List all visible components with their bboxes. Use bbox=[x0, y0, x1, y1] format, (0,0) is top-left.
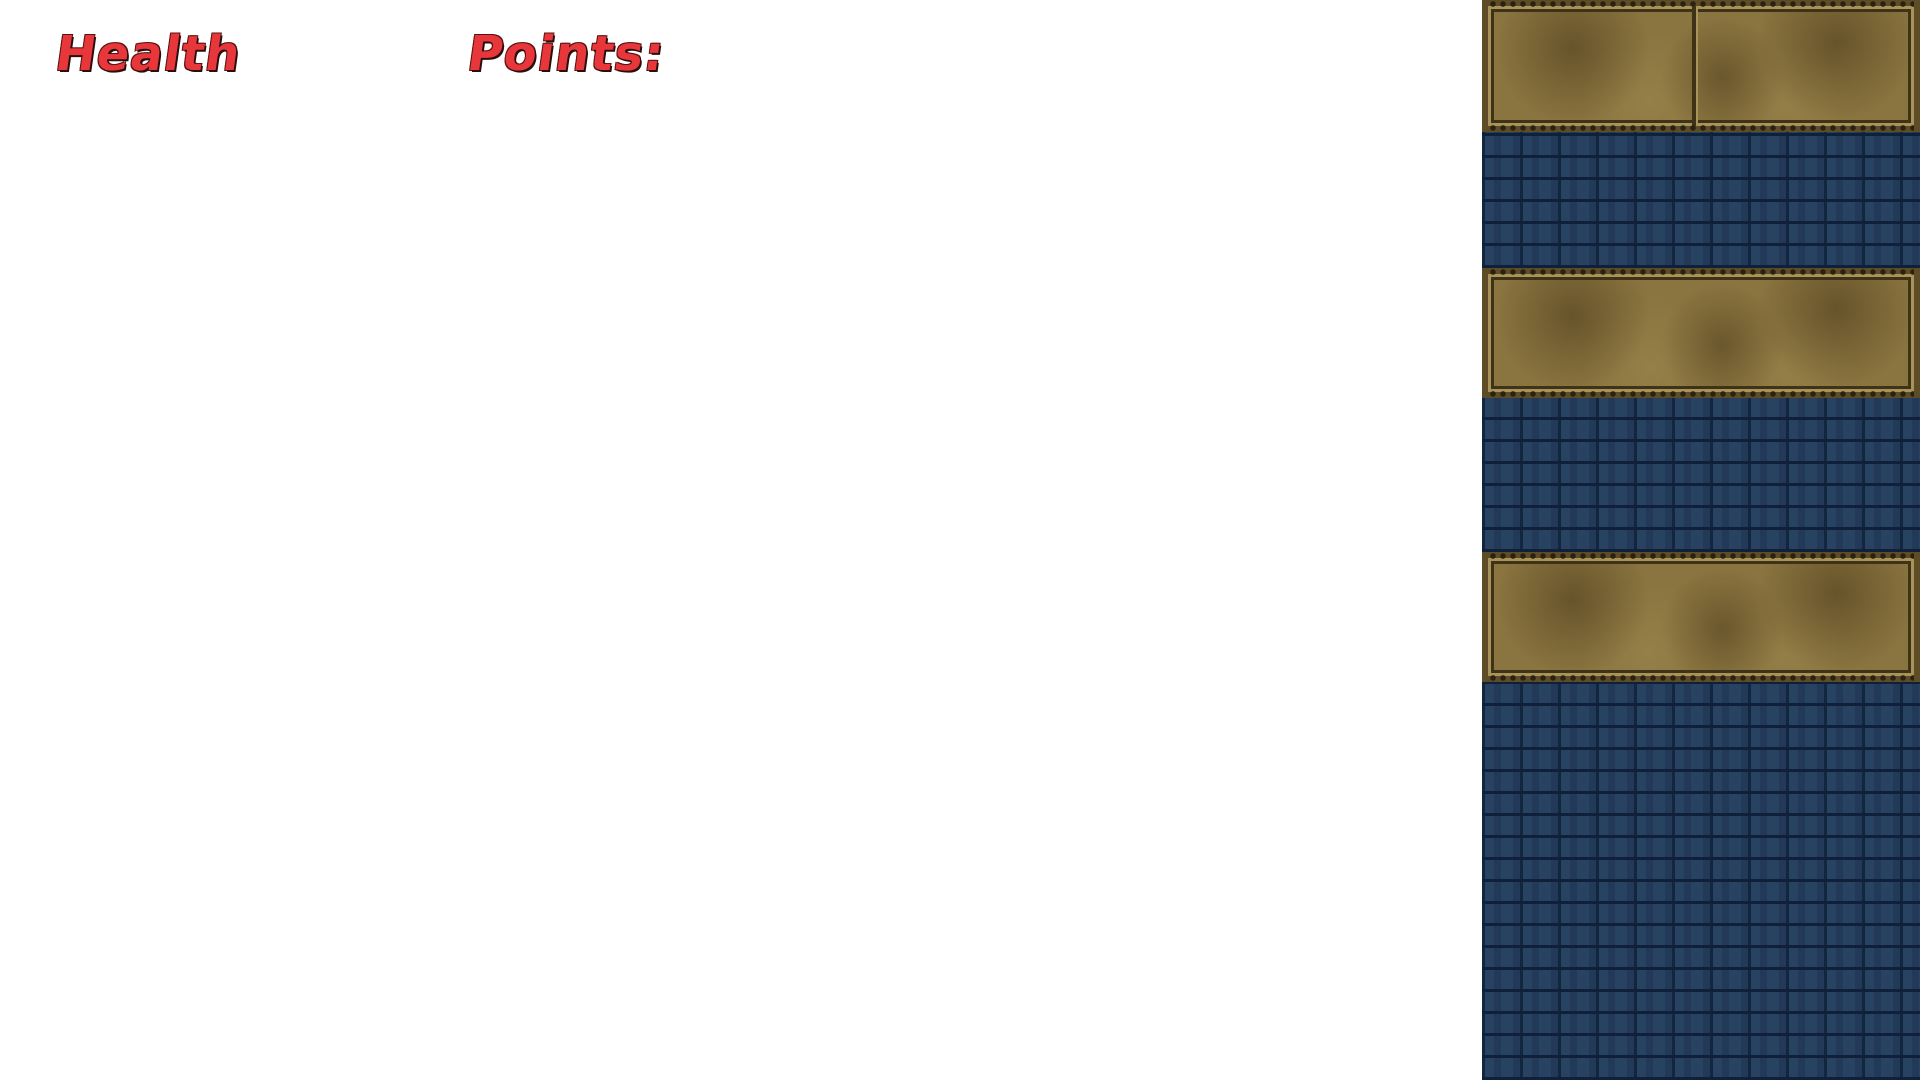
panel-seam bbox=[1692, 6, 1696, 126]
tower-wall bbox=[1482, 0, 1920, 1080]
rivets bbox=[1488, 552, 1914, 560]
rivets bbox=[1488, 268, 1914, 276]
game-canvas: Health Points: bbox=[0, 0, 1920, 1080]
metal-platform-lower bbox=[1482, 552, 1920, 682]
health-label: Health bbox=[52, 26, 245, 82]
brick-wall-section bbox=[1482, 682, 1920, 1080]
metal-platform-middle bbox=[1482, 268, 1920, 398]
points-label: Points: bbox=[464, 26, 669, 82]
brick-wall-section bbox=[1482, 132, 1920, 268]
metal-platform-top bbox=[1482, 0, 1920, 132]
rivets bbox=[1488, 674, 1914, 682]
brick-wall-section bbox=[1482, 398, 1920, 552]
rivets bbox=[1488, 0, 1914, 8]
rivets bbox=[1488, 124, 1914, 132]
rivets bbox=[1488, 390, 1914, 398]
